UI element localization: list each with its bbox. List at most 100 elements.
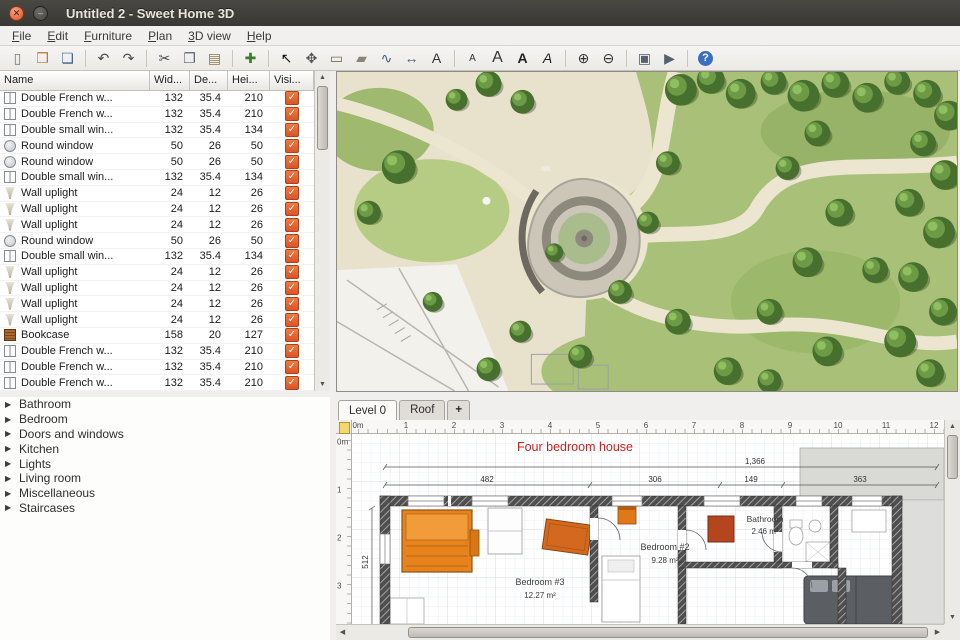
- column-header-width[interactable]: Wid...: [150, 71, 190, 90]
- toolbar-add-texts-button[interactable]: A: [424, 47, 449, 69]
- visible-checkbox[interactable]: ✓: [285, 375, 299, 390]
- expand-arrow-icon[interactable]: ▶: [5, 459, 13, 468]
- expand-arrow-icon[interactable]: ▶: [5, 503, 13, 512]
- toolbar-create-video-button[interactable]: ▶: [657, 47, 682, 69]
- toolbar-bold-button[interactable]: A: [510, 47, 535, 69]
- visible-checkbox[interactable]: ✓: [285, 312, 299, 327]
- toolbar-add-furniture-button[interactable]: ✚: [238, 47, 263, 69]
- plan-view[interactable]: 1,366 482 306 149 363 512 Bedroom #3 12.…: [352, 434, 944, 624]
- expand-arrow-icon[interactable]: ▶: [5, 444, 13, 453]
- close-button[interactable]: ✕: [9, 5, 24, 21]
- table-row[interactable]: Double small win... 132 35.4 134 ✓: [0, 122, 314, 139]
- tab-level-0[interactable]: Level 0: [338, 400, 398, 421]
- visible-checkbox[interactable]: ✓: [285, 265, 299, 280]
- visible-checkbox[interactable]: ✓: [285, 344, 299, 359]
- catalog-category-bathroom[interactable]: ▶ Bathroom: [0, 397, 330, 412]
- table-row[interactable]: Wall uplight 24 12 26 ✓: [0, 312, 314, 328]
- menu-edit[interactable]: Edit: [39, 27, 76, 45]
- add-level-tab[interactable]: +: [447, 400, 471, 420]
- scroll-down-icon[interactable]: ▼: [945, 611, 960, 624]
- table-row[interactable]: Double French w... 132 35.4 210 ✓: [0, 375, 314, 391]
- menu-plan[interactable]: Plan: [140, 27, 180, 45]
- toolbar-open-plan-button[interactable]: ❒: [30, 47, 55, 69]
- toolbar-increase-text-size-button[interactable]: A: [485, 47, 510, 69]
- visible-checkbox[interactable]: ✓: [285, 328, 299, 343]
- column-header-depth[interactable]: De...: [190, 71, 228, 90]
- table-row[interactable]: Wall uplight 24 12 26 ✓: [0, 296, 314, 313]
- toolbar-copy-button[interactable]: ❐: [177, 47, 202, 69]
- expand-arrow-icon[interactable]: ▶: [5, 474, 13, 483]
- toolbar-undo-button[interactable]: ↶: [91, 47, 116, 69]
- catalog-category-kitchen[interactable]: ▶ Kitchen: [0, 441, 330, 456]
- catalog-category-bedroom[interactable]: ▶ Bedroom: [0, 412, 330, 427]
- toolbar-new-plan-button[interactable]: ▯: [5, 47, 30, 69]
- toolbar-create-rooms-button[interactable]: ▰: [349, 47, 374, 69]
- dimension-total[interactable]: 1,366: [745, 457, 766, 466]
- visible-checkbox[interactable]: ✓: [285, 359, 299, 374]
- catalog-category-doors-and-windows[interactable]: ▶ Doors and windows: [0, 427, 330, 442]
- column-header-name[interactable]: Name: [0, 71, 150, 90]
- toolbar-select-button[interactable]: ↖: [274, 47, 299, 69]
- table-row[interactable]: Double small win... 132 35.4 134 ✓: [0, 249, 314, 265]
- menu-3d-view[interactable]: 3D view: [180, 27, 239, 45]
- room-label-bathroom[interactable]: Bathroom: [747, 514, 784, 524]
- tab-roof[interactable]: Roof: [399, 400, 446, 420]
- table-row[interactable]: Double French w... 132 35.4 210 ✓: [0, 344, 314, 360]
- visible-checkbox[interactable]: ✓: [285, 249, 299, 264]
- table-row[interactable]: Wall uplight 24 12 26 ✓: [0, 186, 314, 202]
- dimension-seg1[interactable]: 482: [480, 475, 494, 484]
- catalog-category-miscellaneous[interactable]: ▶ Miscellaneous: [0, 486, 330, 501]
- toolbar-create-dimensions-button[interactable]: ↔: [399, 47, 424, 69]
- visible-checkbox[interactable]: ✓: [285, 107, 299, 122]
- room-label-bedroom3[interactable]: Bedroom #3: [515, 577, 564, 587]
- table-row[interactable]: Wall uplight 24 12 26 ✓: [0, 280, 314, 297]
- table-row[interactable]: Round window 50 26 50 ✓: [0, 154, 314, 170]
- toolbar-decrease-text-size-button[interactable]: A: [460, 47, 485, 69]
- toolbar-help-button[interactable]: ?: [693, 47, 718, 69]
- plan-horizontal-scrollbar[interactable]: ◀ ▶: [336, 624, 944, 640]
- visible-checkbox[interactable]: ✓: [285, 296, 299, 311]
- visible-checkbox[interactable]: ✓: [285, 122, 299, 137]
- scrollbar-thumb[interactable]: [947, 435, 958, 479]
- visible-checkbox[interactable]: ✓: [285, 186, 299, 201]
- scroll-up-icon[interactable]: ▲: [315, 71, 330, 84]
- visible-checkbox[interactable]: ✓: [285, 201, 299, 216]
- toolbar-zoom-in-button[interactable]: ⊕: [571, 47, 596, 69]
- column-header-height[interactable]: Hei...: [228, 71, 270, 90]
- visible-checkbox[interactable]: ✓: [285, 280, 299, 295]
- visible-checkbox[interactable]: ✓: [285, 170, 299, 185]
- table-row[interactable]: Wall uplight 24 12 26 ✓: [0, 201, 314, 218]
- menu-furniture[interactable]: Furniture: [76, 27, 140, 45]
- dimension-seg2[interactable]: 306: [648, 475, 662, 484]
- table-row[interactable]: Double small win... 132 35.4 134 ✓: [0, 170, 314, 186]
- column-header-visible[interactable]: Visi...: [270, 71, 314, 90]
- minimize-button[interactable]: –: [33, 5, 48, 21]
- table-row[interactable]: Bookcase 158 20 127 ✓: [0, 328, 314, 344]
- table-row[interactable]: Round window 50 26 50 ✓: [0, 233, 314, 249]
- table-row[interactable]: Wall uplight 24 12 26 ✓: [0, 265, 314, 281]
- catalog-category-lights[interactable]: ▶ Lights: [0, 456, 330, 471]
- dimension-seg4[interactable]: 363: [853, 475, 867, 484]
- catalog-category-staircases[interactable]: ▶ Staircases: [0, 501, 330, 516]
- toolbar-create-photo-button[interactable]: ▣: [632, 47, 657, 69]
- catalog-category-living-room[interactable]: ▶ Living room: [0, 471, 330, 486]
- expand-arrow-icon[interactable]: ▶: [5, 429, 13, 438]
- toolbar-create-walls-button[interactable]: ▭: [324, 47, 349, 69]
- dimension-left[interactable]: 512: [361, 555, 370, 569]
- toolbar-pan-button[interactable]: ✥: [299, 47, 324, 69]
- scroll-left-icon[interactable]: ◀: [336, 625, 349, 640]
- plan-title-text[interactable]: Four bedroom house: [517, 440, 633, 454]
- visible-checkbox[interactable]: ✓: [285, 154, 299, 169]
- table-row[interactable]: Wall uplight 24 12 26 ✓: [0, 217, 314, 234]
- expand-arrow-icon[interactable]: ▶: [5, 489, 13, 498]
- expand-arrow-icon[interactable]: ▶: [5, 400, 13, 409]
- toolbar-redo-button[interactable]: ↷: [116, 47, 141, 69]
- toolbar-italic-button[interactable]: A: [535, 47, 560, 69]
- table-row[interactable]: Double French w... 132 35.4 210 ✓: [0, 91, 314, 107]
- toolbar-save-plan-button[interactable]: ❏: [55, 47, 80, 69]
- scrollbar-thumb[interactable]: [317, 86, 328, 150]
- toolbar-paste-button[interactable]: ▤: [202, 47, 227, 69]
- table-row[interactable]: Double French w... 132 35.4 210 ✓: [0, 359, 314, 376]
- menu-help[interactable]: Help: [239, 27, 280, 45]
- furniture-table-scrollbar[interactable]: ▲ ▼: [314, 71, 330, 391]
